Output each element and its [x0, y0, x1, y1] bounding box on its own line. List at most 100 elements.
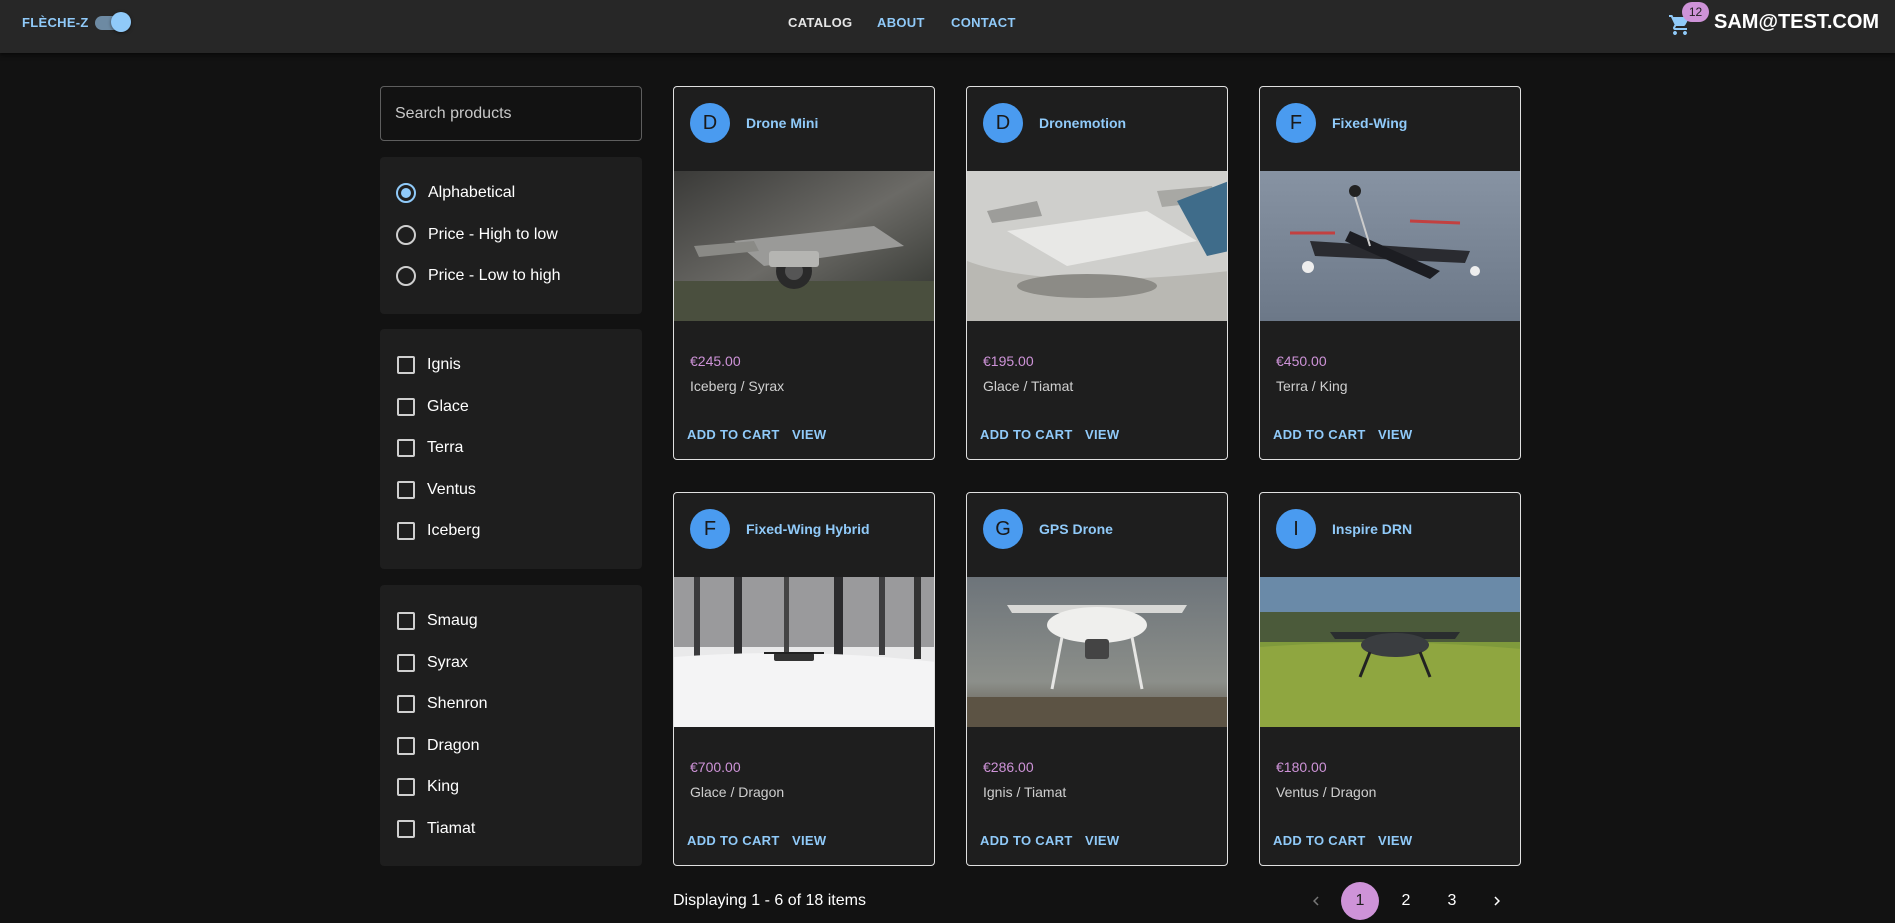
view-button[interactable]: VIEW [1085, 427, 1119, 442]
filter-label: Ignis [427, 356, 461, 373]
product-title[interactable]: Dronemotion [1039, 115, 1126, 131]
chevron-right-icon [1494, 896, 1500, 906]
filter-label: Tiamat [427, 820, 476, 837]
product-tags: Glace / Tiamat [983, 378, 1074, 394]
filter-label: Shenron [427, 695, 488, 712]
radio-checked-icon[interactable] [396, 183, 416, 203]
filter-label: Ventus [427, 481, 476, 498]
product-price: €180.00 [1276, 759, 1327, 775]
product-image [1260, 171, 1520, 321]
checkbox-icon[interactable] [397, 439, 415, 457]
filter-smaug[interactable]: Smaug [396, 608, 478, 634]
product-title[interactable]: Fixed-Wing [1332, 115, 1407, 131]
add-to-cart-button[interactable]: ADD TO CART [687, 833, 780, 848]
search-field[interactable] [380, 86, 642, 141]
filter-glace[interactable]: Glace [396, 394, 469, 420]
search-input[interactable] [381, 87, 641, 140]
checkbox-icon[interactable] [397, 522, 415, 540]
product-card: D Dronemotion €195.00 Glace / Tiamat ADD… [966, 86, 1228, 460]
user-account[interactable]: SAM@TEST.COM [1714, 11, 1879, 34]
chevron-left-icon [1313, 896, 1319, 906]
filter-syrax[interactable]: Syrax [396, 650, 468, 676]
filter-label: Glace [427, 398, 469, 415]
product-tags: Ventus / Dragon [1276, 784, 1377, 800]
checkbox-icon[interactable] [397, 654, 415, 672]
checkbox-icon[interactable] [397, 356, 415, 374]
filter-label: Terra [427, 439, 464, 456]
filter-dragon[interactable]: Dragon [396, 733, 479, 759]
app-header: FLÈCHE-Z CATALOG ABOUT CONTACT 12 SAM@TE… [0, 0, 1895, 53]
filter-king[interactable]: King [396, 774, 459, 800]
checkbox-icon[interactable] [397, 737, 415, 755]
checkbox-icon[interactable] [397, 820, 415, 838]
items-count-text: Displaying 1 - 6 of 18 items [673, 892, 866, 909]
brand-logo[interactable]: FLÈCHE-Z [22, 15, 89, 30]
product-card: I Inspire DRN €180.00 Ventus / Dragon AD… [1259, 492, 1521, 866]
product-image [674, 577, 934, 727]
product-title[interactable]: GPS Drone [1039, 521, 1113, 537]
filter-ventus[interactable]: Ventus [396, 477, 476, 503]
product-title[interactable]: Fixed-Wing Hybrid [746, 521, 870, 537]
nav-contact[interactable]: CONTACT [951, 15, 1016, 30]
cart-count-badge: 12 [1682, 2, 1709, 22]
product-title[interactable]: Inspire DRN [1332, 521, 1412, 537]
page-button-1[interactable]: 1 [1341, 882, 1379, 920]
view-button[interactable]: VIEW [792, 427, 826, 442]
product-avatar: D [983, 103, 1023, 143]
product-tags: Terra / King [1276, 378, 1348, 394]
product-avatar: G [983, 509, 1023, 549]
filter-label: King [427, 778, 460, 795]
product-avatar: I [1276, 509, 1316, 549]
sort-option-alphabetical[interactable]: Alphabetical [396, 180, 515, 206]
product-price: €286.00 [983, 759, 1034, 775]
product-card: F Fixed-Wing Hybrid €700.00 Glace / Drag… [673, 492, 935, 866]
product-card: F Fixed-Wing €450.00 Terra / King ADD TO… [1259, 86, 1521, 460]
cart-button[interactable]: 12 [1668, 2, 1709, 37]
add-to-cart-button[interactable]: ADD TO CART [980, 833, 1073, 848]
page-button-3[interactable]: 3 [1433, 882, 1471, 920]
add-to-cart-button[interactable]: ADD TO CART [1273, 833, 1366, 848]
view-button[interactable]: VIEW [1378, 427, 1412, 442]
view-button[interactable]: VIEW [792, 833, 826, 848]
radio-unchecked-icon[interactable] [396, 225, 416, 245]
product-price: €450.00 [1276, 353, 1327, 369]
add-to-cart-button[interactable]: ADD TO CART [687, 427, 780, 442]
view-button[interactable]: VIEW [1378, 833, 1412, 848]
next-page-button[interactable] [1478, 882, 1516, 920]
filter-terra[interactable]: Terra [396, 435, 463, 461]
add-to-cart-button[interactable]: ADD TO CART [1273, 427, 1366, 442]
filter-label: Smaug [427, 612, 478, 629]
sort-option-price-low-high[interactable]: Price - Low to high [396, 263, 561, 289]
product-avatar: D [690, 103, 730, 143]
sort-option-label: Price - High to low [428, 226, 558, 243]
sort-option-price-high-low[interactable]: Price - High to low [396, 222, 558, 248]
product-tags: Glace / Dragon [690, 784, 785, 800]
filter-iceberg[interactable]: Iceberg [396, 518, 480, 544]
radio-unchecked-icon[interactable] [396, 266, 416, 286]
filter-label: Iceberg [427, 522, 481, 539]
view-button[interactable]: VIEW [1085, 833, 1119, 848]
prev-page-button[interactable] [1297, 882, 1335, 920]
product-price: €245.00 [690, 353, 741, 369]
checkbox-icon[interactable] [397, 612, 415, 630]
checkbox-icon[interactable] [397, 778, 415, 796]
filter-tiamat[interactable]: Tiamat [396, 816, 475, 842]
add-to-cart-button[interactable]: ADD TO CART [980, 427, 1073, 442]
checkbox-icon[interactable] [397, 481, 415, 499]
theme-toggle[interactable] [93, 12, 131, 32]
product-image [967, 577, 1227, 727]
nav-about[interactable]: ABOUT [877, 15, 925, 30]
product-avatar: F [690, 509, 730, 549]
nav-catalog[interactable]: CATALOG [788, 15, 852, 30]
sort-option-label: Price - Low to high [428, 267, 561, 284]
filter-label: Syrax [427, 654, 468, 671]
page-button-2[interactable]: 2 [1387, 882, 1425, 920]
filter-shenron[interactable]: Shenron [396, 691, 488, 717]
checkbox-icon[interactable] [397, 398, 415, 416]
filter-label: Dragon [427, 737, 480, 754]
product-image [967, 171, 1227, 321]
product-title[interactable]: Drone Mini [746, 115, 818, 131]
checkbox-icon[interactable] [397, 695, 415, 713]
filter-ignis[interactable]: Ignis [396, 352, 461, 378]
product-avatar: F [1276, 103, 1316, 143]
